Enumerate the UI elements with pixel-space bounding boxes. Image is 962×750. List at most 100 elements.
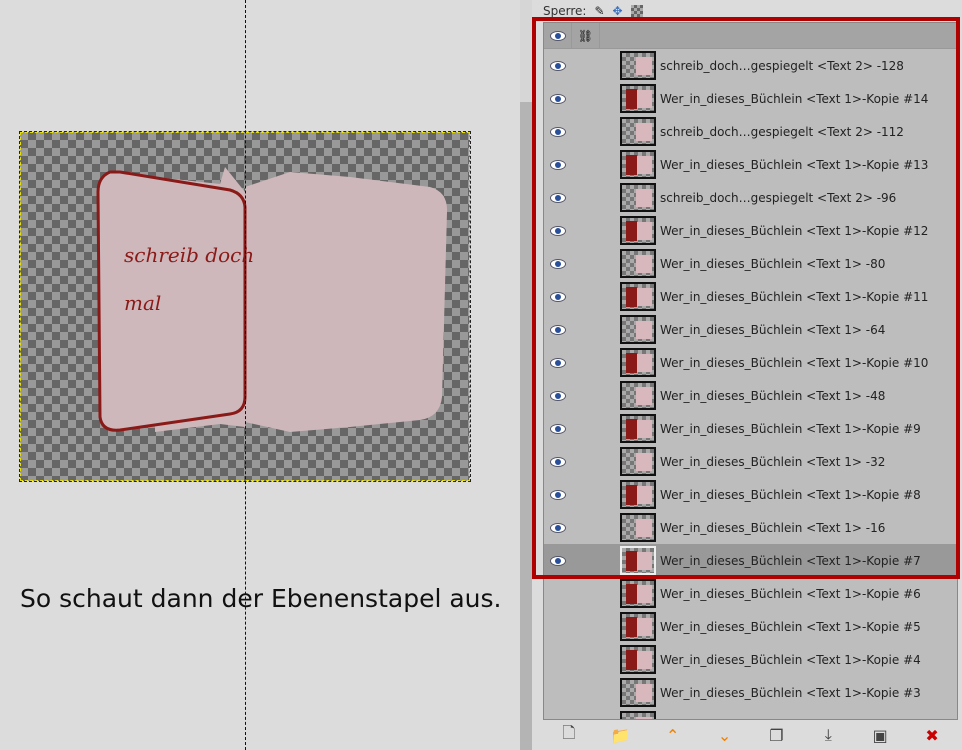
layer-name[interactable]: Wer_in_dieses_Büchlein <Text 1>-Kopie #4 bbox=[660, 653, 921, 667]
layer-name[interactable]: Wer_in_dieses_Büchlein <Text 1> -80 bbox=[660, 257, 885, 271]
new-group-icon[interactable]: 📁 bbox=[610, 724, 632, 746]
layer-name[interactable]: Wer_in_dieses_Büchlein <Text 1> -64 bbox=[660, 323, 885, 337]
eye-icon[interactable] bbox=[550, 60, 566, 71]
layer-thumbnail[interactable] bbox=[620, 249, 656, 278]
lock-alpha-icon[interactable] bbox=[630, 5, 643, 17]
layer-thumbnail[interactable] bbox=[620, 513, 656, 542]
layer-row[interactable]: Wer_in_dieses_Büchlein <Text 1> -16 bbox=[544, 511, 957, 544]
layer-name[interactable]: Wer_in_dieses_Büchlein <Text 1> -32 bbox=[660, 455, 885, 469]
layer-name[interactable]: Wer_in_dieses_Büchlein <Text 1>-Kopie #1… bbox=[660, 158, 928, 172]
layer-thumbnail[interactable] bbox=[620, 150, 656, 179]
layer-thumbnail[interactable] bbox=[620, 546, 656, 575]
layer-name[interactable]: Wer_in_dieses_Büchlein <Text 1>-Kopie #9 bbox=[660, 422, 921, 436]
eye-icon[interactable] bbox=[550, 159, 566, 170]
layer-thumbnail[interactable] bbox=[620, 183, 656, 212]
layer-row[interactable]: Wer_in_dieses_Büchlein <Text 1>-Kopie #1… bbox=[544, 214, 957, 247]
layer-thumbnail[interactable] bbox=[620, 282, 656, 311]
layer-name[interactable]: schreib_doch…gespiegelt <Text 2> -128 bbox=[660, 59, 904, 73]
layer-row[interactable]: Wer_in_dieses_Büchlein <Text 1>-Kopie #7 bbox=[544, 544, 957, 577]
eye-icon[interactable] bbox=[550, 555, 566, 566]
layer-row[interactable]: Wer_in_dieses_Büchlein <Text 1>-Kopie #1… bbox=[544, 346, 957, 379]
layer-thumbnail[interactable] bbox=[620, 480, 656, 509]
delete-layer-icon[interactable]: ✖ bbox=[921, 724, 943, 746]
layer-row[interactable]: Wer_in_dieses_Büchlein <Text 1>-Kopie #9 bbox=[544, 412, 957, 445]
eye-icon[interactable] bbox=[550, 456, 566, 467]
layer-row[interactable]: Wer_in_dieses_Büchlein <Text 1>-Kopie #2 bbox=[544, 709, 957, 720]
layer-thumbnail[interactable] bbox=[620, 447, 656, 476]
layer-row[interactable]: schreib_doch…gespiegelt <Text 2> -96 bbox=[544, 181, 957, 214]
duplicate-layer-icon[interactable]: ❐ bbox=[765, 724, 787, 746]
layer-thumbnail[interactable] bbox=[620, 381, 656, 410]
layer-row[interactable]: Wer_in_dieses_Büchlein <Text 1>-Kopie #3 bbox=[544, 676, 957, 709]
layer-thumbnail[interactable] bbox=[620, 216, 656, 245]
cover-shape bbox=[626, 617, 637, 637]
eye-icon[interactable] bbox=[550, 225, 566, 236]
layer-name[interactable]: Wer_in_dieses_Büchlein <Text 1>-Kopie #1… bbox=[660, 290, 928, 304]
layer-row[interactable]: Wer_in_dieses_Büchlein <Text 1>-Kopie #4 bbox=[544, 643, 957, 676]
layer-row[interactable]: Wer_in_dieses_Büchlein <Text 1>-Kopie #1… bbox=[544, 148, 957, 181]
layer-name[interactable]: Wer_in_dieses_Büchlein <Text 1> -16 bbox=[660, 521, 885, 535]
layer-name[interactable]: Wer_in_dieses_Büchlein <Text 1>-Kopie #2 bbox=[660, 719, 921, 720]
layer-thumbnail[interactable] bbox=[620, 612, 656, 641]
layer-row[interactable]: schreib_doch…gespiegelt <Text 2> -112 bbox=[544, 115, 957, 148]
layer-row[interactable]: Wer_in_dieses_Büchlein <Text 1>-Kopie #1… bbox=[544, 280, 957, 313]
layer-name[interactable]: Wer_in_dieses_Büchlein <Text 1>-Kopie #3 bbox=[660, 686, 921, 700]
layer-name[interactable]: Wer_in_dieses_Büchlein <Text 1>-Kopie #1… bbox=[660, 356, 928, 370]
layer-thumbnail[interactable] bbox=[620, 414, 656, 443]
layer-thumbnail[interactable] bbox=[620, 51, 656, 80]
eye-icon[interactable] bbox=[550, 423, 566, 434]
layer-row[interactable]: Wer_in_dieses_Büchlein <Text 1> -48 bbox=[544, 379, 957, 412]
cover-shape bbox=[626, 485, 637, 505]
layer-thumbnail[interactable] bbox=[620, 348, 656, 377]
layer-row[interactable]: Wer_in_dieses_Büchlein <Text 1> -64 bbox=[544, 313, 957, 346]
layer-name[interactable]: schreib_doch…gespiegelt <Text 2> -112 bbox=[660, 125, 904, 139]
chain-column-header[interactable]: ⛓ bbox=[572, 23, 600, 49]
layer-row[interactable]: Wer_in_dieses_Büchlein <Text 1>-Kopie #6 bbox=[544, 577, 957, 610]
mask-icon[interactable]: ▣ bbox=[869, 724, 891, 746]
layer-name[interactable]: Wer_in_dieses_Büchlein <Text 1>-Kopie #8 bbox=[660, 488, 921, 502]
lower-layer-icon[interactable]: ⌄ bbox=[714, 724, 736, 746]
layer-row[interactable]: Wer_in_dieses_Büchlein <Text 1> -32 bbox=[544, 445, 957, 478]
layer-thumbnail[interactable] bbox=[620, 711, 656, 719]
layer-name[interactable]: Wer_in_dieses_Büchlein <Text 1>-Kopie #5 bbox=[660, 620, 921, 634]
artwork-text-1: schreib doch bbox=[124, 243, 254, 267]
eye-icon[interactable] bbox=[550, 126, 566, 137]
layer-thumbnail[interactable] bbox=[620, 117, 656, 146]
visibility-column-header[interactable] bbox=[544, 23, 572, 49]
layer-thumbnail[interactable] bbox=[620, 678, 656, 707]
lock-pixels-icon[interactable]: ✎ bbox=[594, 4, 604, 18]
eye-icon[interactable] bbox=[550, 291, 566, 302]
layer-name[interactable]: Wer_in_dieses_Büchlein <Text 1>-Kopie #6 bbox=[660, 587, 921, 601]
layer-name[interactable]: Wer_in_dieses_Büchlein <Text 1>-Kopie #1… bbox=[660, 92, 928, 106]
image-canvas-area[interactable]: schreib doch mal So schaut dann der Eben… bbox=[0, 0, 520, 750]
eye-icon[interactable] bbox=[550, 93, 566, 104]
anchor-layer-icon[interactable]: ⤓ bbox=[817, 724, 839, 746]
layer-name[interactable]: Wer_in_dieses_Büchlein <Text 1>-Kopie #7 bbox=[660, 554, 921, 568]
layer-thumbnail[interactable] bbox=[620, 84, 656, 113]
layer-thumbnail[interactable] bbox=[620, 315, 656, 344]
vertical-guide[interactable] bbox=[245, 0, 246, 750]
layer-thumbnail[interactable] bbox=[620, 579, 656, 608]
eye-icon[interactable] bbox=[550, 324, 566, 335]
canvas-scrollbar-thumb[interactable] bbox=[520, 102, 532, 750]
cover-shape bbox=[626, 584, 637, 604]
eye-icon[interactable] bbox=[550, 192, 566, 203]
eye-icon[interactable] bbox=[550, 522, 566, 533]
eye-icon[interactable] bbox=[550, 390, 566, 401]
layer-row[interactable]: Wer_in_dieses_Büchlein <Text 1> -80 bbox=[544, 247, 957, 280]
layer-list[interactable]: ⛓ schreib_doch…gespiegelt <Text 2> -128 W… bbox=[543, 22, 958, 720]
layer-row[interactable]: Wer_in_dieses_Büchlein <Text 1>-Kopie #1… bbox=[544, 82, 957, 115]
new-layer-icon[interactable]: 🗋 bbox=[558, 723, 580, 746]
raise-layer-icon[interactable]: ⌃ bbox=[662, 724, 684, 746]
layer-name[interactable]: Wer_in_dieses_Büchlein <Text 1>-Kopie #1… bbox=[660, 224, 928, 238]
layer-name[interactable]: Wer_in_dieses_Büchlein <Text 1> -48 bbox=[660, 389, 885, 403]
layer-row[interactable]: Wer_in_dieses_Büchlein <Text 1>-Kopie #8 bbox=[544, 478, 957, 511]
lock-position-icon[interactable]: ✥ bbox=[613, 4, 623, 18]
layer-row[interactable]: Wer_in_dieses_Büchlein <Text 1>-Kopie #5 bbox=[544, 610, 957, 643]
layer-thumbnail[interactable] bbox=[620, 645, 656, 674]
layer-row[interactable]: schreib_doch…gespiegelt <Text 2> -128 bbox=[544, 49, 957, 82]
eye-icon[interactable] bbox=[550, 489, 566, 500]
eye-icon[interactable] bbox=[550, 258, 566, 269]
eye-icon[interactable] bbox=[550, 357, 566, 368]
layer-name[interactable]: schreib_doch…gespiegelt <Text 2> -96 bbox=[660, 191, 896, 205]
